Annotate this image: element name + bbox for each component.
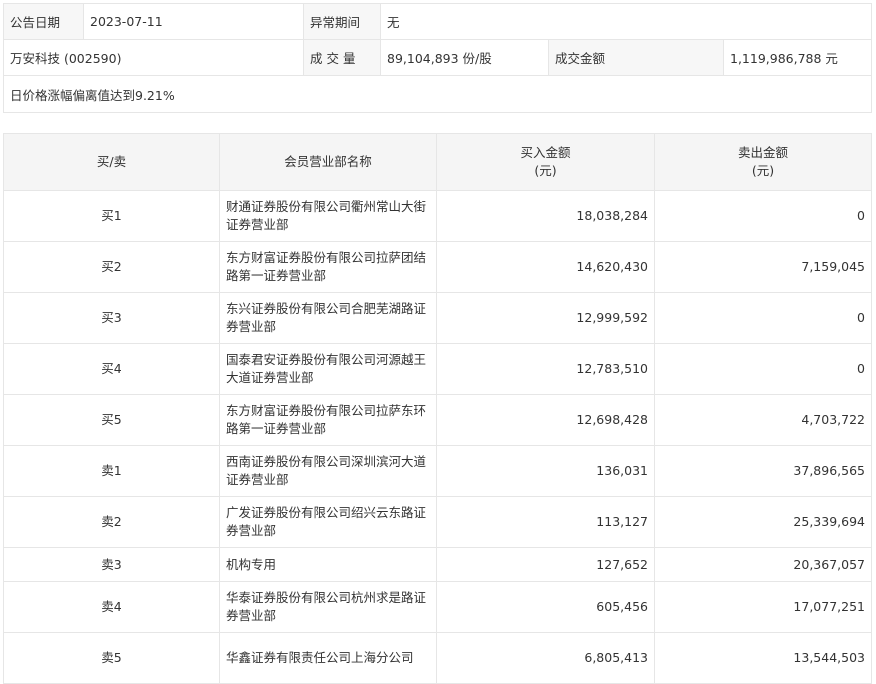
table-row: 卖2 广发证券股份有限公司绍兴云东路证券营业部 113,127 25,339,694 (3, 496, 872, 548)
cell-sell: 37,896,565 (654, 445, 872, 497)
cell-name: 东兴证券股份有限公司合肥芜湖路证券营业部 (219, 292, 437, 344)
cell-sell: 13,544,503 (654, 632, 872, 684)
cell-buy: 127,652 (436, 547, 655, 582)
cell-name: 西南证券股份有限公司深圳滨河大道证券营业部 (219, 445, 437, 497)
table-row: 买5 东方财富证券股份有限公司拉萨东环路第一证券营业部 12,698,428 4,70… (3, 394, 872, 446)
cell-buy: 12,698,428 (436, 394, 655, 446)
table-row: 买2 东方财富证券股份有限公司拉萨团结路第一证券营业部 14,620,430 7,15… (3, 241, 872, 293)
header-buy-label: 买入金额 (520, 145, 571, 160)
cell-side: 买4 (3, 343, 220, 395)
table-row: 卖4 华泰证券股份有限公司杭州求是路证券营业部 605,456 17,077,251 (3, 581, 872, 633)
header-sell-unit: (元) (751, 163, 775, 178)
cell-sell: 4,703,722 (654, 394, 872, 446)
cell-name: 东方财富证券股份有限公司拉萨团结路第一证券营业部 (219, 241, 437, 293)
cell-side: 卖4 (3, 581, 220, 633)
cell-side: 买5 (3, 394, 220, 446)
cell-buy: 12,999,592 (436, 292, 655, 344)
stock-name: 万安科技 (002590) (3, 39, 304, 76)
cell-buy: 12,783,510 (436, 343, 655, 395)
cell-side: 买3 (3, 292, 220, 344)
table-row: 买4 国泰君安证券股份有限公司河源越王大道证券营业部 12,783,510 0 (3, 343, 872, 395)
reason-text: 日价格涨幅偏离值达到9.21% (2, 75, 873, 113)
volume-value: 89,104,893 份/股 (380, 39, 549, 76)
period-value: 无 (379, 3, 873, 40)
cell-buy: 18,038,284 (436, 190, 655, 242)
trades-table: 买/卖 会员营业部名称 买入金额 (元) 卖出金额 (元) 买1 财通证券股份有限公司… (3, 133, 872, 684)
summary-table: 公告日期 2023-07-11 异常期间 无 万安科技 (002590) 成 交… (2, 3, 873, 113)
cell-sell: 0 (654, 292, 872, 344)
table-row: 卖5 华鑫证券有限责任公司上海分公司 6,805,413 13,544,503 (3, 632, 872, 684)
amount-label: 成交金额 (548, 39, 724, 76)
cell-name: 华鑫证券有限责任公司上海分公司 (219, 632, 437, 684)
cell-buy: 136,031 (436, 445, 655, 497)
cell-name: 华泰证券股份有限公司杭州求是路证券营业部 (219, 581, 437, 633)
amount-value: 1,119,986,788 元 (722, 39, 873, 76)
cell-buy: 113,127 (436, 496, 655, 548)
cell-side: 买1 (3, 190, 220, 242)
table-row: 卖1 西南证券股份有限公司深圳滨河大道证券营业部 136,031 37,896,565 (3, 445, 872, 497)
header-buy: 买入金额 (元) (436, 133, 655, 191)
cell-sell: 0 (654, 190, 872, 242)
table-row: 买1 财通证券股份有限公司衢州常山大街证券营业部 18,038,284 0 (3, 190, 872, 242)
cell-sell: 0 (654, 343, 872, 395)
header-name: 会员营业部名称 (219, 133, 437, 191)
cell-buy: 6,805,413 (436, 632, 655, 684)
table-row: 卖3 机构专用 127,652 20,367,057 (3, 547, 872, 582)
date-value: 2023-07-11 (83, 3, 304, 40)
table-row: 买3 东兴证券股份有限公司合肥芜湖路证券营业部 12,999,592 0 (3, 292, 872, 344)
cell-name: 国泰君安证券股份有限公司河源越王大道证券营业部 (219, 343, 437, 395)
date-label: 公告日期 (3, 3, 84, 40)
cell-sell: 17,077,251 (654, 581, 872, 633)
header-sell-label: 卖出金额 (737, 145, 788, 160)
cell-name: 东方财富证券股份有限公司拉萨东环路第一证券营业部 (219, 394, 437, 446)
period-label: 异常期间 (303, 3, 381, 40)
cell-side: 卖5 (3, 632, 220, 684)
cell-sell: 20,367,057 (654, 547, 872, 582)
cell-side: 卖3 (3, 547, 220, 582)
header-side: 买/卖 (3, 133, 220, 191)
header-sell: 卖出金额 (元) (654, 133, 872, 191)
header-buy-unit: (元) (534, 163, 557, 178)
cell-side: 卖1 (3, 445, 220, 497)
cell-name: 机构专用 (219, 547, 437, 582)
cell-name: 广发证券股份有限公司绍兴云东路证券营业部 (219, 496, 437, 548)
cell-buy: 14,620,430 (436, 241, 655, 293)
cell-name: 财通证券股份有限公司衢州常山大街证券营业部 (219, 190, 437, 242)
volume-label: 成 交 量 (303, 39, 381, 76)
cell-side: 买2 (3, 241, 220, 293)
cell-sell: 7,159,045 (654, 241, 872, 293)
cell-side: 卖2 (3, 496, 220, 548)
cell-buy: 605,456 (436, 581, 655, 633)
cell-sell: 25,339,694 (654, 496, 872, 548)
